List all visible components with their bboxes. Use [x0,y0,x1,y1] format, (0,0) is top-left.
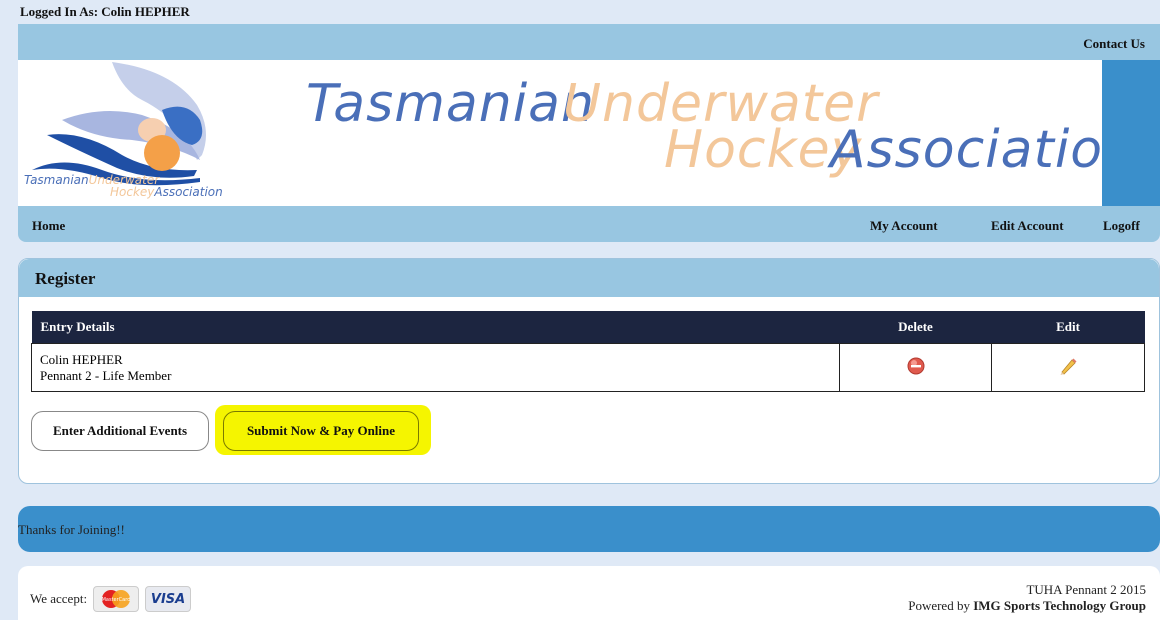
thanks-text: Thanks for Joining!! [18,522,125,537]
enter-additional-events-button[interactable]: Enter Additional Events [31,411,209,451]
nav-my-account[interactable]: My Account [870,218,938,234]
logo-text: TasmanianUnderwater HockeyAssociation [24,174,223,198]
powered-brand-link[interactable]: IMG Sports Technology Group [973,598,1146,613]
we-accept-label: We accept: [30,591,88,606]
nav-edit-account[interactable]: Edit Account [991,218,1064,234]
title-word-association: Association [830,120,1138,180]
top-bar: Contact Us [18,24,1160,60]
site-banner: TasmanianUnderwater HockeyAssociation Ta… [18,60,1160,206]
delete-cell [839,343,992,392]
register-title: Register [35,269,96,288]
powered-by: Powered by IMG Sports Technology Group [908,598,1146,614]
pencil-icon[interactable] [1058,356,1078,376]
footer: We accept: MasterCard VISA TUHA Pennant … [18,566,1160,620]
register-panel-header: Register [19,259,1159,297]
delete-icon[interactable] [907,357,925,375]
thanks-banner: Thanks for Joining!! [18,506,1160,552]
table-row: Colin HEPHER Pennant 2 - Life Member [31,343,1145,392]
footer-info: TUHA Pennant 2 2015 Powered by IMG Sport… [908,582,1146,614]
mastercard-label: MasterCard [102,597,131,603]
title-word-tasmanian: Tasmanian [306,74,596,134]
col-entry-details: Entry Details [31,311,840,344]
visa-label: VISA [150,591,186,607]
logo-word-hockey: Hockey [110,185,155,199]
register-panel: Register Entry Details Delete Edit Colin… [18,258,1160,484]
event-name: TUHA Pennant 2 2015 [1026,582,1146,597]
main-nav: Home My Account Edit Account Logoff [18,206,1160,242]
visa-icon: VISA [145,586,192,612]
entry-name: Colin HEPHER [40,351,123,367]
powered-prefix: Powered by [908,598,974,613]
entry-detail: Pennant 2 - Life Member [40,367,172,383]
edit-cell [991,343,1145,392]
mastercard-icon: MasterCard [93,586,140,612]
logo-word-tasmanian: Tasmanian [24,173,89,187]
logo-word-association: Association [154,185,223,199]
col-delete: Delete [839,311,992,344]
entry-details-cell: Colin HEPHER Pennant 2 - Life Member [31,343,840,392]
payment-methods: We accept: MasterCard VISA [30,586,192,612]
logged-in-label: Logged In As: Colin HEPHER [20,4,190,19]
banner-accent [1102,60,1160,206]
contact-us-link[interactable]: Contact Us [1083,36,1145,52]
nav-logoff[interactable]: Logoff [1103,218,1140,234]
col-edit: Edit [991,311,1145,344]
nav-home[interactable]: Home [32,218,65,234]
submit-pay-online-button[interactable]: Submit Now & Pay Online [223,411,419,451]
entries-table: Entry Details Delete Edit Colin HEPHER P… [31,311,1145,392]
